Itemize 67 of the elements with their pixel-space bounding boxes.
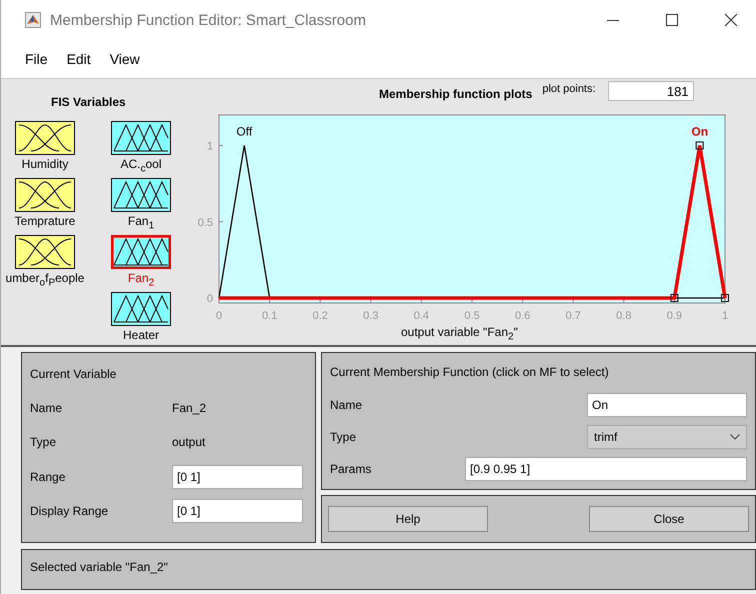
plot-area[interactable] (218, 114, 726, 304)
x-axis-label: output variable "Fan$_{2}$" (401, 324, 518, 344)
maximize-icon[interactable] (666, 14, 678, 26)
variable-label: AC.$_{c}$ool (120, 157, 162, 174)
x-tick-label: 0.4 (414, 310, 430, 322)
y-tick-label: 0.5 (198, 216, 213, 229)
input-variable-tile[interactable] (14, 178, 75, 212)
x-tick-label: 0.7 (566, 310, 581, 322)
vertex-handle[interactable] (721, 294, 729, 302)
variable-label: Fan$_{2}$ (128, 271, 154, 288)
input-field[interactable]: On (587, 393, 747, 417)
x-tick-label: 1 (722, 310, 728, 322)
close-icon[interactable] (725, 14, 737, 26)
y-tick-label: 1 (206, 140, 213, 152)
status-message: Selected variable "Fan_2" (30, 560, 168, 574)
variable-label: umber$_{o}$f$_{P}$eople (6, 271, 84, 288)
input-variable-tile[interactable] (15, 235, 75, 269)
input-field[interactable]: [0.9 0.95 1] (465, 457, 747, 481)
type-dropdown[interactable]: trimf (587, 425, 747, 449)
dialog-button[interactable]: Close (589, 506, 749, 532)
plot-points-label: plot points: (542, 83, 596, 95)
field-label: Range (30, 470, 66, 484)
variable-label: Temprature (14, 214, 76, 228)
vertex-handle[interactable] (696, 142, 704, 150)
x-tick-label: 0.2 (312, 310, 328, 322)
plot-points-field[interactable]: 181 (608, 81, 694, 101)
field-label: Params (330, 462, 372, 476)
dialog-button[interactable]: Help (328, 506, 488, 532)
menu-item[interactable]: Edit (66, 51, 91, 67)
field-label: Name (330, 398, 362, 412)
window-title: Membership Function Editor: Smart_Classroom (50, 12, 366, 28)
input-field[interactable]: [0 1] (172, 464, 303, 489)
output-variable-tile[interactable] (111, 235, 171, 269)
input-field[interactable]: [0 1] (172, 498, 303, 523)
chevron-down-icon (730, 434, 740, 440)
x-tick-label: 0.9 (666, 310, 682, 322)
x-tick-label: 0.1 (262, 310, 278, 322)
field-label: Display Range (30, 504, 110, 518)
x-tick-label: 0 (216, 310, 222, 322)
output-variable-tile[interactable] (111, 292, 171, 326)
field-label: Type (30, 435, 58, 450)
app-icon (25, 12, 41, 28)
panel-title: Current Membership Function (click on MF to select) (330, 365, 610, 379)
membership-function-line[interactable] (219, 144, 727, 300)
input-variable-tile[interactable] (15, 121, 75, 155)
variable-label: Fan$_{1}$ (128, 214, 154, 232)
menu-item[interactable]: View (110, 51, 140, 67)
membership-function-label: On (691, 124, 708, 138)
x-tick-label: 0.6 (514, 310, 530, 322)
x-tick-label: 0.5 (464, 310, 480, 322)
field-label: Type (330, 430, 356, 444)
output-variable-tile[interactable] (111, 121, 171, 155)
panel-title: Current Variable (30, 367, 118, 381)
menu-item[interactable]: File (25, 51, 48, 67)
membership-function-label: Off (236, 124, 252, 138)
field-value: output (172, 435, 206, 450)
output-variable-tile[interactable] (111, 178, 171, 212)
field-value: Fan_2 (172, 401, 206, 416)
plot-title: Membership function plots (379, 87, 532, 101)
section-title: FIS Variables (50, 95, 127, 109)
variable-label: Heater (122, 328, 160, 342)
x-tick-label: 0.3 (363, 310, 378, 322)
x-tick-label: 0.8 (616, 310, 632, 322)
variable-label: Humidity (22, 157, 68, 171)
field-label: Name (30, 401, 64, 416)
y-tick-label: 0 (206, 293, 213, 305)
vertex-handle[interactable] (670, 294, 678, 302)
